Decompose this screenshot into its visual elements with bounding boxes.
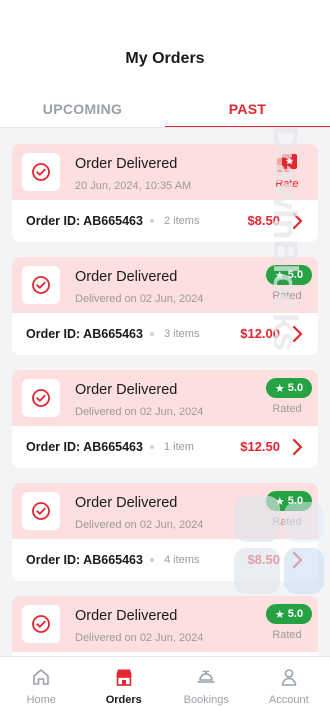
- rating: ★ 5.0 Rated: [266, 265, 312, 302]
- nav-home[interactable]: Home: [0, 657, 83, 714]
- order-card-footer: Order ID: AB665463 2 items $8.50: [12, 200, 318, 242]
- order-date: Delivered on 02 Jun, 2024: [75, 519, 204, 531]
- delivered-check-icon: [22, 379, 60, 417]
- nav-home-label: Home: [26, 694, 56, 706]
- order-card-header: Order Delivered Delivered on 02 Jun, 202…: [12, 483, 318, 539]
- rating-badge: ★ 5.0: [266, 265, 312, 285]
- rating-badge: ★ 5.0: [266, 491, 312, 511]
- rated-label: Rated: [272, 290, 302, 302]
- rating-badge: ★ 5.0: [266, 604, 312, 624]
- star-icon: ★: [274, 269, 285, 282]
- divider: [0, 127, 330, 128]
- rating-value: 5.0: [287, 608, 304, 620]
- rating-value: 5.0: [287, 495, 304, 507]
- rating: ★ 5.0 Rated: [266, 491, 312, 528]
- order-date: Delivered on 02 Jun, 2024: [75, 293, 204, 305]
- order-card-footer: Order ID: AB665463 1 item $12.50: [12, 426, 318, 468]
- separator-dot: [150, 558, 154, 562]
- delivered-check-icon: [22, 492, 60, 530]
- item-count: 4 items: [164, 554, 200, 566]
- order-price: $12.50: [240, 439, 280, 454]
- order-id: Order ID: AB665463: [26, 214, 143, 228]
- order-date: 20 Jun, 2024, 10:35 AM: [75, 180, 192, 192]
- chevron-right-icon[interactable]: [290, 437, 304, 457]
- page-title: My Orders: [125, 50, 205, 67]
- rate-label: Rate: [275, 178, 299, 190]
- separator-dot: [150, 445, 154, 449]
- item-count: 2 items: [164, 215, 200, 227]
- rated-label: Rated: [272, 629, 302, 641]
- order-status: Order Delivered: [75, 495, 178, 511]
- cloche-icon: [197, 670, 216, 683]
- item-count: 3 items: [164, 328, 200, 340]
- rating-value: 5.0: [287, 269, 304, 281]
- order-card-header: Order Delivered Delivered on 02 Jun, 202…: [12, 596, 318, 652]
- order-card-footer: Order ID: AB665463 4 items $8.50: [12, 539, 318, 581]
- order-status: Order Delivered: [75, 156, 178, 172]
- tab-upcoming[interactable]: UPCOMING: [0, 94, 165, 128]
- chevron-right-icon[interactable]: [290, 211, 304, 231]
- order-date: Delivered on 02 Jun, 2024: [75, 406, 204, 418]
- order-card-footer: Order ID: AB665463 3 items $12.00: [12, 313, 318, 355]
- separator-dot: [150, 332, 154, 336]
- delivered-check-icon: [22, 153, 60, 191]
- rated-label: Rated: [272, 516, 302, 528]
- rating: ★ 5.0 Rated: [266, 604, 312, 641]
- order-status: Order Delivered: [75, 382, 178, 398]
- bottom-nav: Home Orders Bookings Account: [0, 656, 330, 714]
- order-price: $8.50: [247, 213, 280, 228]
- tab-past[interactable]: PAST: [165, 94, 330, 128]
- order-date: Delivered on 02 Jun, 2024: [75, 632, 204, 644]
- separator-dot: [150, 219, 154, 223]
- order-tabs: UPCOMING PAST: [0, 94, 330, 128]
- nav-orders-label: Orders: [105, 694, 142, 706]
- item-count: 1 item: [164, 441, 194, 453]
- order-status: Order Delivered: [75, 269, 178, 285]
- order-card[interactable]: Order Delivered Delivered on 02 Jun, 202…: [12, 370, 318, 468]
- rated-label: Rated: [272, 403, 302, 415]
- rate-star-icon: [275, 152, 299, 174]
- order-card-header: Order Delivered Delivered on 02 Jun, 202…: [12, 257, 318, 313]
- delivered-check-icon: [22, 605, 60, 643]
- rating: ★ 5.0 Rated: [266, 378, 312, 415]
- star-icon: ★: [274, 382, 285, 395]
- header: My Orders UPCOMING PAST: [0, 0, 330, 128]
- chevron-right-icon[interactable]: [290, 550, 304, 570]
- nav-bookings-label: Bookings: [183, 694, 229, 706]
- order-card-header: Order Delivered Delivered on 02 Jun, 202…: [12, 370, 318, 426]
- nav-bookings[interactable]: Bookings: [165, 657, 248, 714]
- chevron-right-icon[interactable]: [290, 324, 304, 344]
- order-status: Order Delivered: [75, 608, 178, 624]
- order-card[interactable]: Order Delivered 20 Jun, 2024, 10:35 AM R…: [12, 144, 318, 242]
- order-id: Order ID: AB665463: [26, 440, 143, 454]
- star-icon: ★: [274, 495, 285, 508]
- nav-account[interactable]: Account: [248, 657, 330, 714]
- user-icon: [281, 669, 297, 686]
- order-price: $8.50: [247, 552, 280, 567]
- star-icon: ★: [274, 608, 285, 621]
- nav-account-label: Account: [268, 694, 309, 706]
- order-id: Order ID: AB665463: [26, 553, 143, 567]
- delivered-check-icon: [22, 266, 60, 304]
- store-icon: [116, 669, 132, 686]
- order-card[interactable]: Order Delivered Delivered on 02 Jun, 202…: [12, 483, 318, 581]
- rating-value: 5.0: [287, 382, 304, 394]
- nav-orders[interactable]: Orders: [83, 657, 166, 714]
- rate-button[interactable]: Rate: [266, 152, 308, 190]
- order-id: Order ID: AB665463: [26, 327, 143, 341]
- order-card-header: Order Delivered 20 Jun, 2024, 10:35 AM R…: [12, 144, 318, 200]
- order-card[interactable]: Order Delivered Delivered on 02 Jun, 202…: [12, 257, 318, 355]
- home-icon: [33, 669, 50, 685]
- order-price: $12.00: [240, 326, 280, 341]
- rating-badge: ★ 5.0: [266, 378, 312, 398]
